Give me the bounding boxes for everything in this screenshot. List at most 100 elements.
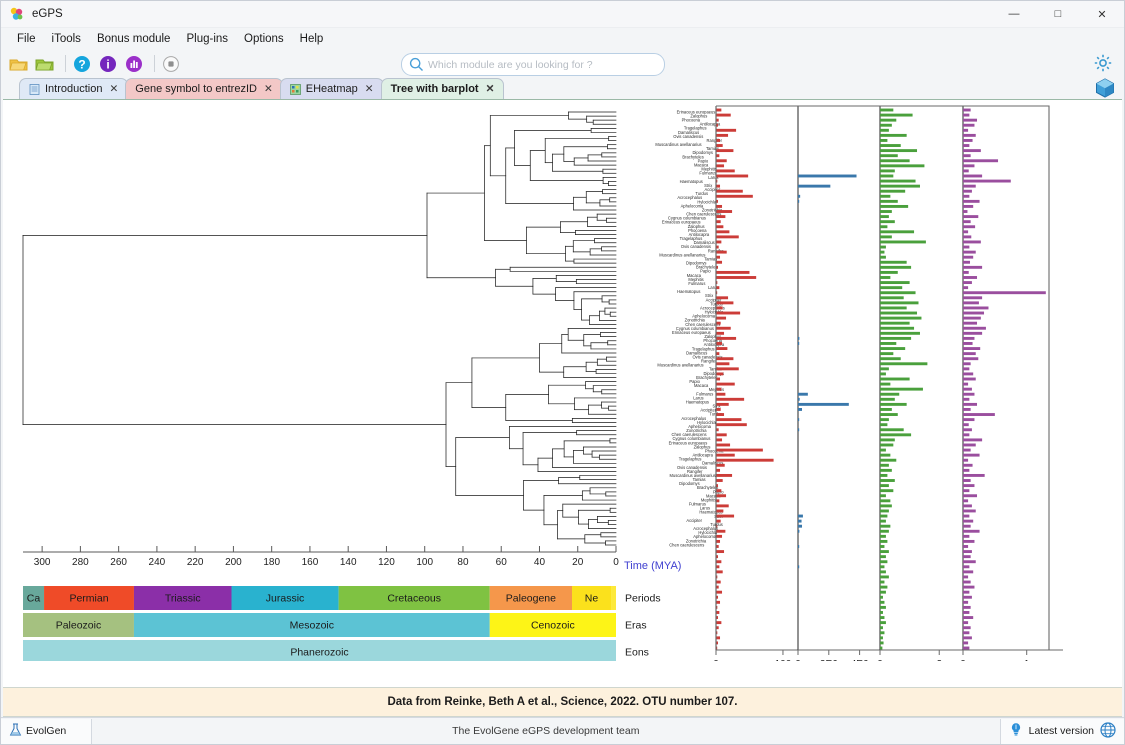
module-search-box[interactable] bbox=[401, 53, 665, 76]
bar bbox=[963, 296, 983, 300]
bar bbox=[963, 336, 975, 340]
bar bbox=[963, 443, 976, 447]
geo-row-label: Eons bbox=[625, 647, 649, 659]
bar bbox=[880, 519, 886, 523]
bar bbox=[963, 387, 972, 391]
bar bbox=[880, 367, 889, 371]
bar bbox=[716, 418, 742, 422]
bar bbox=[880, 260, 907, 264]
bar bbox=[963, 519, 974, 523]
bar bbox=[963, 169, 969, 173]
bar bbox=[963, 331, 983, 335]
phylogenetic-tree-with-barplots[interactable]: 300 280 260 240 220 200 180 160 140 120 100 80 60 40 2… bbox=[3, 100, 1122, 661]
geo-band-label: Paleozoic bbox=[56, 620, 102, 632]
minimize-button[interactable]: — bbox=[992, 1, 1036, 27]
bar bbox=[880, 433, 912, 437]
tree-barplot-canvas[interactable]: 300 280 260 240 220 200 180 160 140 120 100 80 60 40 2… bbox=[3, 99, 1122, 687]
title-bar: eGPS — □ ✕ bbox=[1, 1, 1124, 28]
bar bbox=[880, 362, 928, 366]
info-icon[interactable]: i bbox=[97, 53, 119, 75]
version-area[interactable]: Latest version bbox=[999, 718, 1124, 744]
tip-label: Muscardinus avellanarius bbox=[659, 252, 705, 257]
bar bbox=[880, 484, 889, 488]
bar bbox=[880, 159, 910, 163]
bar bbox=[880, 301, 919, 305]
time-axis-tick-label: 60 bbox=[496, 557, 508, 568]
bulb-icon[interactable] bbox=[1009, 722, 1023, 740]
tab-gene-symbol[interactable]: Gene symbol to entrezID ✕ bbox=[125, 78, 283, 99]
bar bbox=[716, 362, 730, 366]
bar bbox=[880, 402, 907, 406]
close-button[interactable]: ✕ bbox=[1080, 1, 1124, 27]
3d-cube-icon[interactable] bbox=[1094, 77, 1116, 99]
help-question-icon[interactable]: ? bbox=[71, 53, 93, 75]
bar bbox=[963, 423, 969, 427]
bar bbox=[963, 357, 979, 361]
tab-close-icon[interactable]: ✕ bbox=[264, 83, 273, 95]
time-axis-tick-label: 280 bbox=[72, 557, 89, 568]
open-folder-icon[interactable] bbox=[34, 53, 56, 75]
bar bbox=[963, 367, 970, 371]
bar bbox=[963, 199, 980, 203]
chart-icon[interactable] bbox=[123, 53, 145, 75]
time-axis-tick-label: 20 bbox=[572, 557, 584, 568]
evolgen-button[interactable]: EvolGen bbox=[1, 718, 92, 744]
tip-label: Haematopus bbox=[680, 179, 703, 184]
bar bbox=[716, 539, 721, 543]
window-title: eGPS bbox=[32, 8, 63, 20]
bar bbox=[963, 204, 974, 208]
tip-label: Haematopus bbox=[686, 399, 709, 404]
bar bbox=[798, 402, 849, 406]
panel-tick-label: 0 bbox=[960, 659, 966, 661]
bar bbox=[880, 108, 894, 112]
heatmap-icon bbox=[289, 83, 301, 95]
tab-close-icon[interactable]: ✕ bbox=[109, 83, 118, 95]
gear-icon[interactable] bbox=[1093, 53, 1114, 74]
bar bbox=[880, 372, 886, 376]
menu-help[interactable]: Help bbox=[292, 31, 332, 47]
bar bbox=[880, 636, 883, 640]
bar bbox=[880, 565, 885, 569]
open-file-icon[interactable] bbox=[8, 53, 30, 75]
time-axis-tick-label: 120 bbox=[378, 557, 395, 568]
geo-row-periods: Ca Permian Triassic Jurassic Cretaceous Paleo… bbox=[23, 586, 661, 610]
search-input[interactable] bbox=[402, 57, 664, 72]
tab-label: Introduction bbox=[45, 83, 103, 95]
bar bbox=[880, 230, 915, 234]
menu-itools[interactable]: iTools bbox=[44, 31, 89, 47]
stop-record-icon[interactable] bbox=[160, 53, 182, 75]
bar bbox=[716, 210, 733, 213]
tip-label: Ovis canadensis bbox=[673, 134, 703, 139]
bar bbox=[963, 641, 969, 645]
bar bbox=[880, 377, 910, 381]
maximize-button[interactable]: □ bbox=[1036, 1, 1080, 27]
bar bbox=[963, 636, 972, 640]
tab-eheatmap[interactable]: EHeatmap ✕ bbox=[279, 78, 384, 99]
status-bar: EvolGen The EvolGene eGPS development te… bbox=[1, 717, 1124, 744]
menu-bonus-module[interactable]: Bonus module bbox=[89, 31, 179, 47]
bar bbox=[963, 458, 969, 462]
bar bbox=[880, 600, 885, 604]
bar bbox=[963, 194, 970, 198]
bar bbox=[963, 514, 970, 518]
panel-tick-label: 1 bbox=[1024, 659, 1030, 661]
bar bbox=[880, 235, 892, 239]
bar bbox=[716, 133, 729, 137]
menu-file[interactable]: File bbox=[9, 31, 44, 47]
barplot-panel-mlres: 02mlres bbox=[877, 106, 971, 661]
tab-tree-barplot[interactable]: Tree with barplot ✕ bbox=[380, 78, 505, 99]
bar bbox=[716, 230, 730, 234]
tab-introduction[interactable]: Introduction ✕ bbox=[19, 78, 129, 99]
tab-close-icon[interactable]: ✕ bbox=[365, 83, 374, 95]
bar bbox=[716, 326, 731, 330]
globe-icon[interactable] bbox=[1100, 721, 1116, 741]
bar bbox=[880, 169, 895, 173]
menu-plugins[interactable]: Plug-ins bbox=[178, 31, 236, 47]
bar bbox=[716, 519, 721, 523]
bar bbox=[716, 113, 731, 117]
menu-options[interactable]: Options bbox=[236, 31, 292, 47]
tip-label: Papio bbox=[700, 269, 711, 274]
bar bbox=[880, 545, 885, 548]
bar bbox=[798, 174, 857, 178]
tab-close-icon[interactable]: ✕ bbox=[486, 83, 495, 95]
